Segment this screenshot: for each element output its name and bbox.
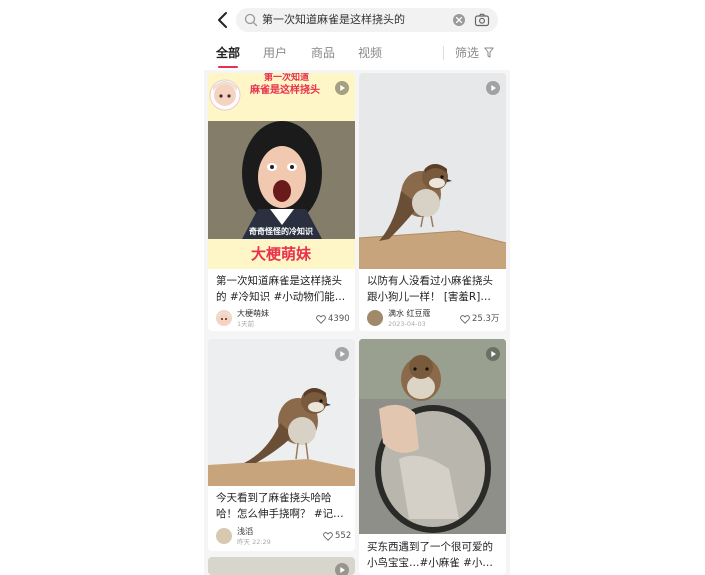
- note-card[interactable]: [208, 557, 355, 575]
- cover-caption: 奇奇怪怪的冷知识: [249, 227, 313, 236]
- cover-banner-line1: 第一次知道: [264, 73, 310, 83]
- author-avatar[interactable]: [367, 310, 383, 326]
- note-title-line2: 小鸟宝宝…#小麻雀 #小…: [367, 557, 493, 569]
- note-title-line2: 跟小狗儿一样！ [害羞R]…: [367, 291, 491, 303]
- note-title: 第一次知道麻雀是这样挠头 的 #冷知识 #小动物们能…: [216, 273, 348, 305]
- like-count: 552: [335, 531, 352, 541]
- video-play-icon: [335, 81, 349, 95]
- cover-image: [359, 73, 506, 269]
- tab-divider: [443, 46, 444, 60]
- note-title-line1: 买东西遇到了一个很可爱的: [367, 541, 493, 553]
- heart-icon[interactable]: [460, 315, 470, 324]
- like-count: 4390: [328, 314, 350, 324]
- note-title-line1: 今天看到了麻雀挠头哈哈: [216, 492, 332, 504]
- tab-products[interactable]: 商品: [311, 44, 335, 62]
- author-avatar[interactable]: [216, 310, 232, 326]
- search-tabs: 全部 用户 商品 视频 筛选: [204, 40, 510, 70]
- note-title: 今天看到了麻雀挠头哈哈 哈！怎么伸手挠啊？ #记…: [216, 490, 348, 522]
- note-card[interactable]: 以防有人没看过小麻雀挠头 跟小狗儿一样！ [害羞R]… 满水 红豆蔻 2023-…: [359, 73, 506, 331]
- cover-image: [208, 339, 355, 486]
- note-title: 买东西遇到了一个很可爱的 小鸟宝宝…#小麻雀 #小…: [367, 539, 499, 571]
- cover-tag: 大梗萌妹: [250, 245, 311, 263]
- active-tab-indicator: [218, 66, 238, 68]
- back-arrow-icon[interactable]: [214, 10, 232, 30]
- camera-icon[interactable]: [474, 13, 490, 27]
- video-play-icon: [335, 563, 349, 575]
- tab-videos[interactable]: 视频: [358, 44, 382, 62]
- author-avatar[interactable]: [216, 528, 232, 544]
- note-card[interactable]: 买东西遇到了一个很可爱的 小鸟宝宝…#小麻雀 #小…: [359, 339, 506, 575]
- filter-button[interactable]: 筛选: [455, 44, 479, 62]
- tab-users[interactable]: 用户: [263, 44, 287, 62]
- heart-icon[interactable]: [323, 532, 333, 541]
- post-date: 昨天 22:29: [237, 538, 271, 546]
- author-name[interactable]: 满水 红豆蔻: [388, 309, 431, 319]
- video-play-icon: [486, 81, 500, 95]
- like-count: 25.3万: [472, 314, 500, 324]
- cover-image: 第一次知道 麻雀是这样挠头 奇奇怪怪的冷知识 大梗萌妹: [208, 73, 355, 269]
- note-card[interactable]: 第一次知道 麻雀是这样挠头 奇奇怪怪的冷知识 大梗萌妹 第一次知道麻雀是这样挠头…: [208, 73, 355, 331]
- author-name[interactable]: 浅滔: [237, 527, 253, 537]
- post-date: 2023-04-03: [388, 320, 426, 328]
- heart-icon[interactable]: [316, 315, 326, 324]
- tab-all[interactable]: 全部: [216, 44, 240, 62]
- clear-icon[interactable]: [452, 13, 466, 27]
- search-input[interactable]: 第一次知道麻雀是这样挠头的: [236, 8, 498, 32]
- note-title-line2: 的 #冷知识 #小动物们能…: [216, 291, 346, 303]
- post-date: 1天前: [237, 320, 255, 328]
- author-name[interactable]: 大梗萌妹: [237, 309, 269, 319]
- video-play-icon: [335, 347, 349, 361]
- search-query-text: 第一次知道麻雀是这样挠头的: [262, 13, 405, 26]
- cover-image: [208, 557, 355, 575]
- search-icon: [244, 13, 258, 27]
- video-play-icon: [486, 347, 500, 361]
- phone-screen: 第一次知道麻雀是这样挠头的 全部 用户 商品 视频 筛选 第一次知道 麻雀是这样…: [204, 0, 510, 575]
- search-header: 第一次知道麻雀是这样挠头的: [204, 0, 510, 40]
- note-title: 以防有人没看过小麻雀挠头 跟小狗儿一样！ [害羞R]…: [367, 273, 499, 305]
- cover-banner-line2: 麻雀是这样挠头: [250, 85, 320, 96]
- note-title-line1: 第一次知道麻雀是这样挠头: [216, 275, 342, 287]
- note-title-line2: 哈！怎么伸手挠啊？ #记…: [216, 508, 344, 520]
- note-card[interactable]: 今天看到了麻雀挠头哈哈 哈！怎么伸手挠啊？ #记… 浅滔 昨天 22:29 55…: [208, 339, 355, 551]
- filter-icon[interactable]: [484, 47, 494, 58]
- cover-image: [359, 339, 506, 534]
- note-title-line1: 以防有人没看过小麻雀挠头: [367, 275, 493, 287]
